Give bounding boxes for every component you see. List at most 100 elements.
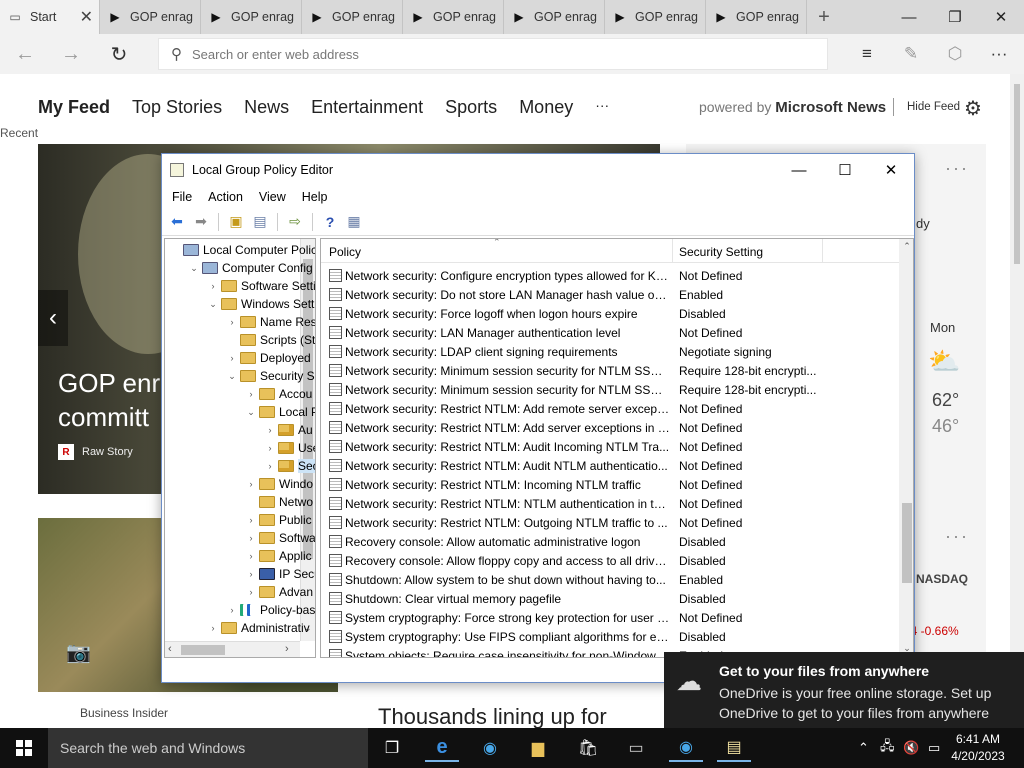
gear-icon[interactable]: ⚙ [964,96,982,121]
policy-row[interactable]: Shutdown: Clear virtual memory pagefile D… [321,589,899,608]
tree-node[interactable]: Local Computer Polic [169,241,315,259]
policy-row[interactable]: Network security: Restrict NTLM: Add rem… [321,399,899,418]
policy-row[interactable]: Network security: LAN Manager authentica… [321,323,899,342]
collapse-icon[interactable]: ⌄ [245,407,257,418]
volume-muted-icon[interactable]: 🔇 [903,728,919,768]
previous-story-button[interactable]: ‹ [38,290,68,346]
store-icon[interactable]: 🛍 [571,734,605,762]
address-bar[interactable]: ⚲ [158,38,828,70]
back-arrow-icon[interactable]: ⬅ [166,211,188,233]
feed-nav-item[interactable]: News [244,97,289,118]
tab-start[interactable]: ▭ Start ✕ [0,0,100,34]
browser-minimize-button[interactable]: — [886,0,932,34]
expand-icon[interactable]: › [245,479,257,489]
policy-row[interactable]: Recovery console: Allow floppy copy and … [321,551,899,570]
expand-icon[interactable]: › [226,317,238,327]
policy-row[interactable]: Network security: Restrict NTLM: Incomin… [321,475,899,494]
app-circle-active-icon[interactable]: ◉ [669,734,703,762]
collapse-icon[interactable]: ⌄ [226,371,238,382]
more-options-icon[interactable]: ··· [945,526,969,547]
up-folder-icon[interactable]: ▣ [225,211,247,233]
feed-nav-more[interactable]: ··· [595,97,609,118]
more-options-icon[interactable]: ··· [945,158,969,179]
column-security-setting[interactable]: Security Setting [679,245,763,259]
tree-node[interactable]: › Windo [245,475,314,493]
gpe-close-button[interactable]: ✕ [868,154,914,186]
expand-icon[interactable]: › [226,605,238,615]
new-tab-button[interactable]: + [807,6,841,29]
tree-horizontal-scrollbar[interactable]: ‹ › [165,641,300,657]
feed-nav-item[interactable]: My Feed [38,97,110,118]
address-input[interactable] [192,46,792,62]
expand-icon[interactable]: › [264,443,276,453]
tree-node[interactable]: ⌄ Windows Sett [207,295,314,313]
tree-node[interactable]: › Accou [245,385,313,403]
browser-restore-button[interactable]: ❐ [932,0,978,34]
file-explorer-icon[interactable]: ▆ [521,734,555,762]
feed-nav-item[interactable]: Money [519,97,573,118]
page-scrollbar[interactable] [1010,74,1024,728]
help-icon[interactable]: ? [319,211,341,233]
policy-row[interactable]: Recovery console: Allow automatic admini… [321,532,899,551]
policy-row[interactable]: Network security: Force logoff when logo… [321,304,899,323]
tree-node[interactable]: › Advan [245,583,314,601]
expand-icon[interactable]: › [245,515,257,525]
export-list-icon[interactable]: ⇨ [284,211,306,233]
tree-node[interactable]: › Use [264,439,316,457]
expand-icon[interactable]: › [245,389,257,399]
tree-node[interactable]: › Applic [245,547,312,565]
policy-row[interactable]: System cryptography: Force strong key pr… [321,608,899,627]
policy-list[interactable]: ⌃ Policy Security Setting ⌃ ⌄ Network sec… [320,238,914,658]
tab-article[interactable]: ▶ GOP enrag [504,0,605,34]
expand-icon[interactable]: › [226,353,238,363]
more-actions-icon[interactable]: ··· [984,39,1014,69]
tree-node[interactable]: › Software Setti [207,277,316,295]
tab-article[interactable]: ▶ GOP enrag [605,0,706,34]
gpe-menu-item[interactable]: Help [302,190,328,204]
column-policy[interactable]: Policy [329,245,361,259]
expand-icon[interactable]: › [245,587,257,597]
policy-row[interactable]: Shutdown: Allow system to be shut down w… [321,570,899,589]
tab-article[interactable]: ▶ GOP enrag [100,0,201,34]
tree-node[interactable]: › Policy-bas [226,601,316,619]
expand-icon[interactable]: › [245,551,257,561]
tab-article[interactable]: ▶ GOP enrag [403,0,504,34]
network-icon[interactable]: 🖧 [880,728,895,768]
tree-node[interactable]: ⌄ Local P [245,403,315,421]
show-hidden-icons[interactable]: ⌃ [858,728,869,768]
policy-row[interactable]: Network security: Configure encryption t… [321,266,899,285]
expand-icon[interactable]: › [264,461,276,471]
tree-node[interactable]: › Name Res [226,313,316,331]
tree-node[interactable]: › Public [245,511,312,529]
policy-row[interactable]: Network security: Minimum session securi… [321,380,899,399]
policy-row[interactable]: Network security: Restrict NTLM: NTLM au… [321,494,899,513]
close-tab-icon[interactable]: ✕ [80,7,93,27]
edge-icon[interactable]: e [425,734,459,762]
show-hide-tree-icon[interactable]: ▤ [249,211,271,233]
clock[interactable]: 6:41 AM 4/20/2023 [948,731,1008,765]
notepad-icon[interactable]: ▤ [717,734,751,762]
gpe-maximize-button[interactable]: ☐ [822,154,868,186]
share-icon[interactable]: ⬡ [940,39,970,69]
expand-icon[interactable]: › [245,533,257,543]
tree-node[interactable]: › Administrativ [207,619,310,637]
command-prompt-icon[interactable]: ▭ [619,734,653,762]
gpe-menu-item[interactable]: File [172,190,192,204]
feed-nav-item[interactable]: Entertainment [311,97,423,118]
policy-row[interactable]: Network security: Restrict NTLM: Outgoin… [321,513,899,532]
start-button[interactable] [0,728,48,768]
tree-node[interactable]: ⌄ Computer Config [188,259,313,277]
action-center-icon[interactable]: ▭ [928,728,940,768]
browser-close-button[interactable]: ✕ [978,0,1024,34]
tree-node[interactable]: › Deployed [226,349,311,367]
tab-article[interactable]: ▶ GOP enrag [302,0,403,34]
onedrive-toast[interactable]: ☁ Get to your files from anywhere OneDri… [664,652,1024,728]
app-circle-icon[interactable]: ◉ [473,734,507,762]
tree-node[interactable]: Netwo [245,493,313,511]
properties-icon[interactable]: ▦ [343,211,365,233]
list-vertical-scrollbar[interactable]: ⌃ ⌄ [899,239,913,657]
policy-row[interactable]: Network security: Restrict NTLM: Add ser… [321,418,899,437]
policy-row[interactable]: Network security: Do not store LAN Manag… [321,285,899,304]
back-button[interactable]: ← [10,39,40,69]
taskbar-search[interactable]: Search the web and Windows [48,728,368,768]
